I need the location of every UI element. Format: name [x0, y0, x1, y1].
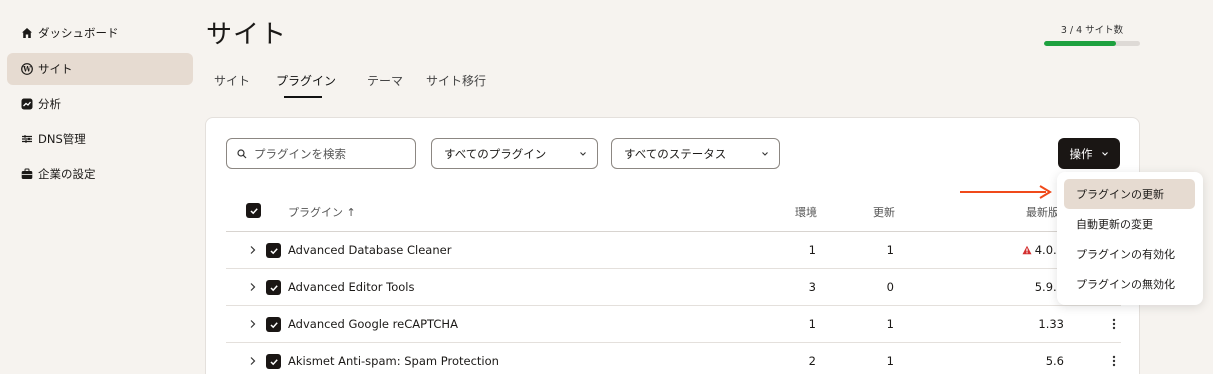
home-icon [21, 27, 33, 39]
tab-themes[interactable]: テーマ [367, 72, 403, 89]
warning-icon [1022, 245, 1032, 255]
chevron-down-icon [580, 152, 586, 156]
sidebar-item-label: サイト [38, 62, 73, 76]
select-all-checkbox[interactable] [246, 203, 261, 218]
search-icon [237, 148, 247, 158]
table-row: Advanced Database Cleaner 1 1 4.0.7 [226, 232, 1121, 269]
chart-icon [21, 98, 33, 110]
latest-version: 5.6 [1045, 354, 1064, 368]
environment-count: 1 [808, 243, 816, 257]
actions-button[interactable]: 操作 [1058, 138, 1120, 169]
row-checkbox[interactable] [266, 317, 281, 332]
sidebar-item-sites[interactable]: W サイト [7, 53, 193, 85]
site-quota-bar [1044, 41, 1140, 46]
update-count: 0 [886, 280, 894, 294]
plugin-filter-value: すべてのプラグイン [444, 146, 547, 161]
table-row: Advanced Google reCAPTCHA 1 1 1.33 [226, 306, 1121, 343]
sidebar-item-dns[interactable]: DNS管理 [7, 123, 193, 155]
sidebar-item-label: 分析 [38, 97, 61, 111]
status-filter-value: すべてのステータス [624, 146, 727, 161]
table-row: Akismet Anti-spam: Spam Protection 2 1 5… [226, 343, 1121, 374]
check-icon [249, 207, 258, 214]
briefcase-icon [21, 168, 33, 180]
check-icon [269, 358, 278, 365]
wordpress-icon: W [21, 63, 33, 75]
sidebar-item-dashboard[interactable]: ダッシュボード [7, 17, 193, 49]
row-menu-icon[interactable] [1108, 316, 1120, 332]
check-icon [269, 284, 278, 291]
menu-item-deactivate-plugins[interactable]: プラグインの無効化 [1064, 269, 1195, 299]
row-checkbox[interactable] [266, 354, 281, 369]
update-count: 1 [886, 317, 894, 331]
environment-count: 3 [808, 280, 816, 294]
actions-menu: プラグインの更新 自動更新の変更 プラグインの有効化 プラグインの無効化 [1057, 172, 1203, 305]
tab-sites[interactable]: サイト [214, 72, 250, 89]
environment-count: 2 [808, 354, 816, 368]
column-header-plugin[interactable]: プラグイン ↑ [288, 204, 356, 220]
search-input[interactable] [254, 146, 404, 161]
menu-item-change-auto-update[interactable]: 自動更新の変更 [1064, 209, 1195, 239]
menu-item-activate-plugins[interactable]: プラグインの有効化 [1064, 239, 1195, 269]
latest-version: 1.33 [1038, 317, 1064, 331]
latest-version: 4.0.7 [984, 243, 1064, 257]
check-icon [269, 321, 278, 328]
plugins-panel: すべてのプラグイン すべてのステータス 操作 プラグイン ↑ 環境 更新 最新版… [205, 117, 1140, 374]
sidebar-item-analytics[interactable]: 分析 [7, 88, 193, 120]
check-icon [269, 247, 278, 254]
site-quota-text: 3 / 4 サイト数 [1060, 25, 1124, 36]
plugin-filter-select[interactable]: すべてのプラグイン [431, 138, 598, 169]
page-title: サイト [206, 20, 288, 50]
row-checkbox[interactable] [266, 243, 281, 258]
plugin-name: Advanced Google reCAPTCHA [288, 317, 458, 331]
svg-text:W: W [22, 65, 31, 74]
table-row: Advanced Editor Tools 3 0 5.9.2 [226, 269, 1121, 306]
active-tab-indicator [284, 96, 322, 98]
site-quota-fill [1044, 41, 1116, 46]
chevron-right-icon[interactable] [248, 281, 257, 293]
update-count: 1 [886, 243, 894, 257]
latest-version: 5.9.2 [1034, 280, 1064, 294]
menu-item-update-plugins[interactable]: プラグインの更新 [1064, 179, 1195, 209]
row-menu-icon[interactable] [1108, 353, 1120, 369]
sidebar-item-label: ダッシュボード [38, 26, 119, 40]
environment-count: 1 [808, 317, 816, 331]
plugin-name: Advanced Editor Tools [288, 280, 415, 294]
sidebar-item-label: 企業の設定 [38, 167, 96, 181]
column-header-environment[interactable]: 環境 [795, 204, 817, 220]
row-checkbox[interactable] [266, 280, 281, 295]
plugin-name: Akismet Anti-spam: Spam Protection [288, 354, 499, 368]
dns-icon [21, 133, 33, 145]
annotation-arrow-icon [960, 185, 1052, 199]
chevron-down-icon [1101, 151, 1108, 156]
chevron-down-icon [762, 152, 768, 156]
plugin-name: Advanced Database Cleaner [288, 243, 452, 257]
chevron-right-icon[interactable] [248, 355, 257, 367]
chevron-right-icon[interactable] [248, 244, 257, 256]
search-field[interactable] [226, 138, 416, 169]
tab-plugins[interactable]: プラグイン [276, 72, 336, 89]
sidebar-item-label: DNS管理 [38, 132, 86, 146]
sidebar: ダッシュボード W サイト 分析 DNS管理 企業の設定 [0, 0, 200, 374]
update-count: 1 [886, 354, 894, 368]
site-quota: 3 / 4 サイト数 [1044, 22, 1140, 46]
column-header-update[interactable]: 更新 [873, 204, 895, 220]
chevron-right-icon[interactable] [248, 318, 257, 330]
tab-site-migration[interactable]: サイト移行 [426, 72, 486, 89]
sidebar-item-company-settings[interactable]: 企業の設定 [7, 158, 193, 190]
status-filter-select[interactable]: すべてのステータス [611, 138, 780, 169]
actions-button-label: 操作 [1069, 146, 1093, 161]
column-header-latest-version[interactable]: 最新版 [1026, 204, 1059, 220]
